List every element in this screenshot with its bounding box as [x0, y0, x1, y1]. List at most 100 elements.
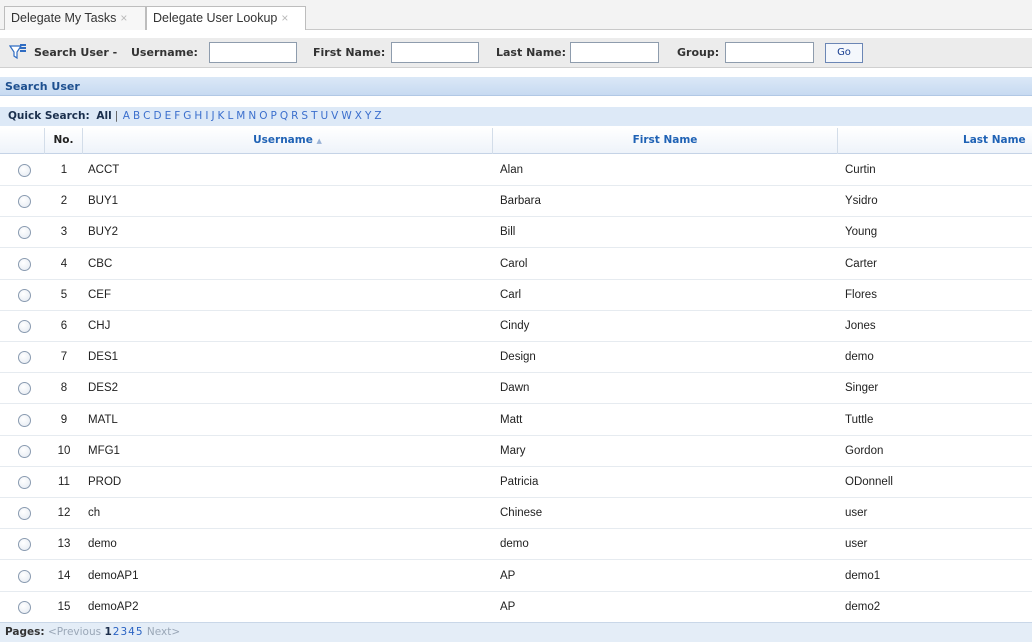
tab-bar: Delegate My Tasks × Delegate User Lookup ×: [0, 0, 1032, 30]
row-number: 6: [60, 320, 68, 332]
table-row[interactable]: 12 ch Chinese user: [0, 498, 1032, 530]
first-name-cell: AP: [500, 569, 516, 582]
quick-search-label: Quick Search:: [8, 110, 90, 122]
last-name-cell: demo2: [845, 600, 881, 613]
username-cell: CHJ: [88, 320, 111, 332]
page-number-link[interactable]: 3: [120, 626, 127, 638]
quick-search-letter[interactable]: Q: [280, 110, 288, 122]
quick-search-all[interactable]: All: [96, 110, 111, 122]
quick-search-letter[interactable]: D: [154, 110, 162, 122]
quick-search-letter[interactable]: F: [174, 110, 180, 122]
page-number-link[interactable]: 2: [113, 626, 120, 638]
page-number-link[interactable]: 1: [104, 626, 111, 638]
close-icon[interactable]: ×: [120, 11, 127, 25]
quick-search-letter[interactable]: L: [227, 110, 233, 122]
previous-page-link[interactable]: <Previous: [48, 626, 101, 638]
select-radio[interactable]: [18, 382, 31, 396]
page-number-link[interactable]: 5: [136, 626, 143, 638]
column-header-username-label: Username: [253, 134, 313, 146]
select-radio[interactable]: [18, 538, 31, 552]
table-row[interactable]: 6 CHJ Cindy Jones: [0, 311, 1032, 342]
group-input[interactable]: [725, 42, 814, 63]
table-row[interactable]: 7 DES1 Design demo: [0, 342, 1032, 374]
table-row[interactable]: 13 demo demo user: [0, 529, 1032, 561]
last-name-cell: Curtin: [845, 164, 876, 176]
quick-search-letter[interactable]: H: [194, 110, 202, 122]
select-radio[interactable]: [18, 164, 31, 177]
quick-search-letter[interactable]: P: [270, 110, 276, 122]
table-row[interactable]: 9 MATL Matt Tuttle: [0, 405, 1032, 436]
username-cell: PROD: [88, 476, 122, 488]
table-row[interactable]: 3 BUY2 Bill Young: [0, 217, 1032, 249]
next-page-link[interactable]: Next>: [147, 626, 180, 638]
go-button[interactable]: Go: [825, 43, 863, 63]
select-radio[interactable]: [18, 195, 31, 209]
last-name-cell: user: [845, 538, 868, 551]
quick-search-letter[interactable]: T: [311, 110, 317, 122]
table-row[interactable]: 4 CBC Carol Carter: [0, 249, 1032, 280]
quick-search-letter[interactable]: V: [331, 110, 338, 122]
quick-search-letter[interactable]: C: [143, 110, 150, 122]
last-name-cell: Ysidro: [845, 195, 878, 208]
page-number-link[interactable]: 4: [128, 626, 135, 638]
quick-search-letter[interactable]: J: [211, 110, 214, 122]
first-name-cell: Design: [500, 351, 536, 364]
column-header-first-name[interactable]: First Name: [493, 128, 838, 154]
table-row[interactable]: 11 PROD Patricia ODonnell: [0, 467, 1032, 498]
close-icon[interactable]: ×: [281, 11, 288, 25]
table-row[interactable]: 2 BUY1 Barbara Ysidro: [0, 186, 1032, 218]
username-input[interactable]: [209, 42, 297, 63]
table-row[interactable]: 14 demoAP1 AP demo1: [0, 561, 1032, 592]
quick-search-letter[interactable]: S: [301, 110, 308, 122]
row-number: 10: [57, 444, 71, 457]
quick-search-letter[interactable]: N: [248, 110, 256, 122]
tab-delegate-user-lookup[interactable]: Delegate User Lookup ×: [146, 6, 306, 30]
table-row[interactable]: 10 MFG1 Mary Gordon: [0, 436, 1032, 467]
table-row[interactable]: 1 ACCT Alan Curtin: [0, 155, 1032, 186]
row-number: 11: [58, 476, 70, 488]
quick-search-letter[interactable]: R: [291, 110, 298, 122]
quick-search-letter[interactable]: I: [205, 110, 208, 122]
select-radio[interactable]: [18, 569, 31, 583]
tab-label: Delegate My Tasks: [11, 11, 117, 25]
quick-search-letter[interactable]: B: [133, 110, 140, 122]
last-name-cell: Tuttle: [845, 413, 874, 426]
quick-search-letter[interactable]: M: [236, 110, 245, 122]
table-row[interactable]: 8 DES2 Dawn Singer: [0, 373, 1032, 405]
tab-delegate-my-tasks[interactable]: Delegate My Tasks ×: [4, 6, 146, 30]
quick-search-letter[interactable]: U: [320, 110, 328, 122]
quick-search-letter[interactable]: W: [341, 110, 351, 122]
select-radio[interactable]: [18, 226, 31, 240]
select-radio[interactable]: [18, 507, 31, 521]
filter-icon: [9, 44, 26, 60]
row-number: 12: [57, 507, 71, 520]
username-label: Username:: [131, 46, 198, 59]
select-radio[interactable]: [18, 351, 31, 365]
table-row[interactable]: 5 CEF Carl Flores: [0, 280, 1032, 311]
first-name-input[interactable]: [391, 42, 479, 63]
quick-search-letter[interactable]: G: [183, 110, 191, 122]
quick-search-letter[interactable]: K: [218, 110, 225, 122]
column-header-username[interactable]: Username ▲: [83, 128, 493, 154]
column-header-last-name[interactable]: Last Name: [838, 128, 1032, 154]
table-row[interactable]: 15 demoAP2 AP demo2: [0, 592, 1032, 623]
last-name-cell: demo1: [845, 569, 881, 582]
quick-search-letter[interactable]: A: [123, 110, 130, 122]
select-radio[interactable]: [18, 320, 31, 333]
quick-search-letter[interactable]: X: [355, 110, 362, 122]
quick-search-letter[interactable]: Y: [365, 110, 371, 122]
select-radio[interactable]: [18, 476, 31, 489]
select-radio[interactable]: [18, 444, 31, 458]
username-cell: ACCT: [88, 164, 120, 176]
last-name-input[interactable]: [570, 42, 659, 63]
quick-search-letter[interactable]: E: [165, 110, 172, 122]
quick-search-letter[interactable]: O: [259, 110, 267, 122]
select-radio[interactable]: [18, 600, 31, 614]
select-column-header: [0, 128, 45, 154]
last-name-cell: Gordon: [845, 444, 884, 457]
select-radio[interactable]: [18, 257, 31, 271]
select-radio[interactable]: [18, 413, 31, 427]
quick-search-letter[interactable]: Z: [374, 110, 381, 122]
select-radio[interactable]: [18, 288, 31, 302]
row-number: 9: [60, 413, 68, 426]
